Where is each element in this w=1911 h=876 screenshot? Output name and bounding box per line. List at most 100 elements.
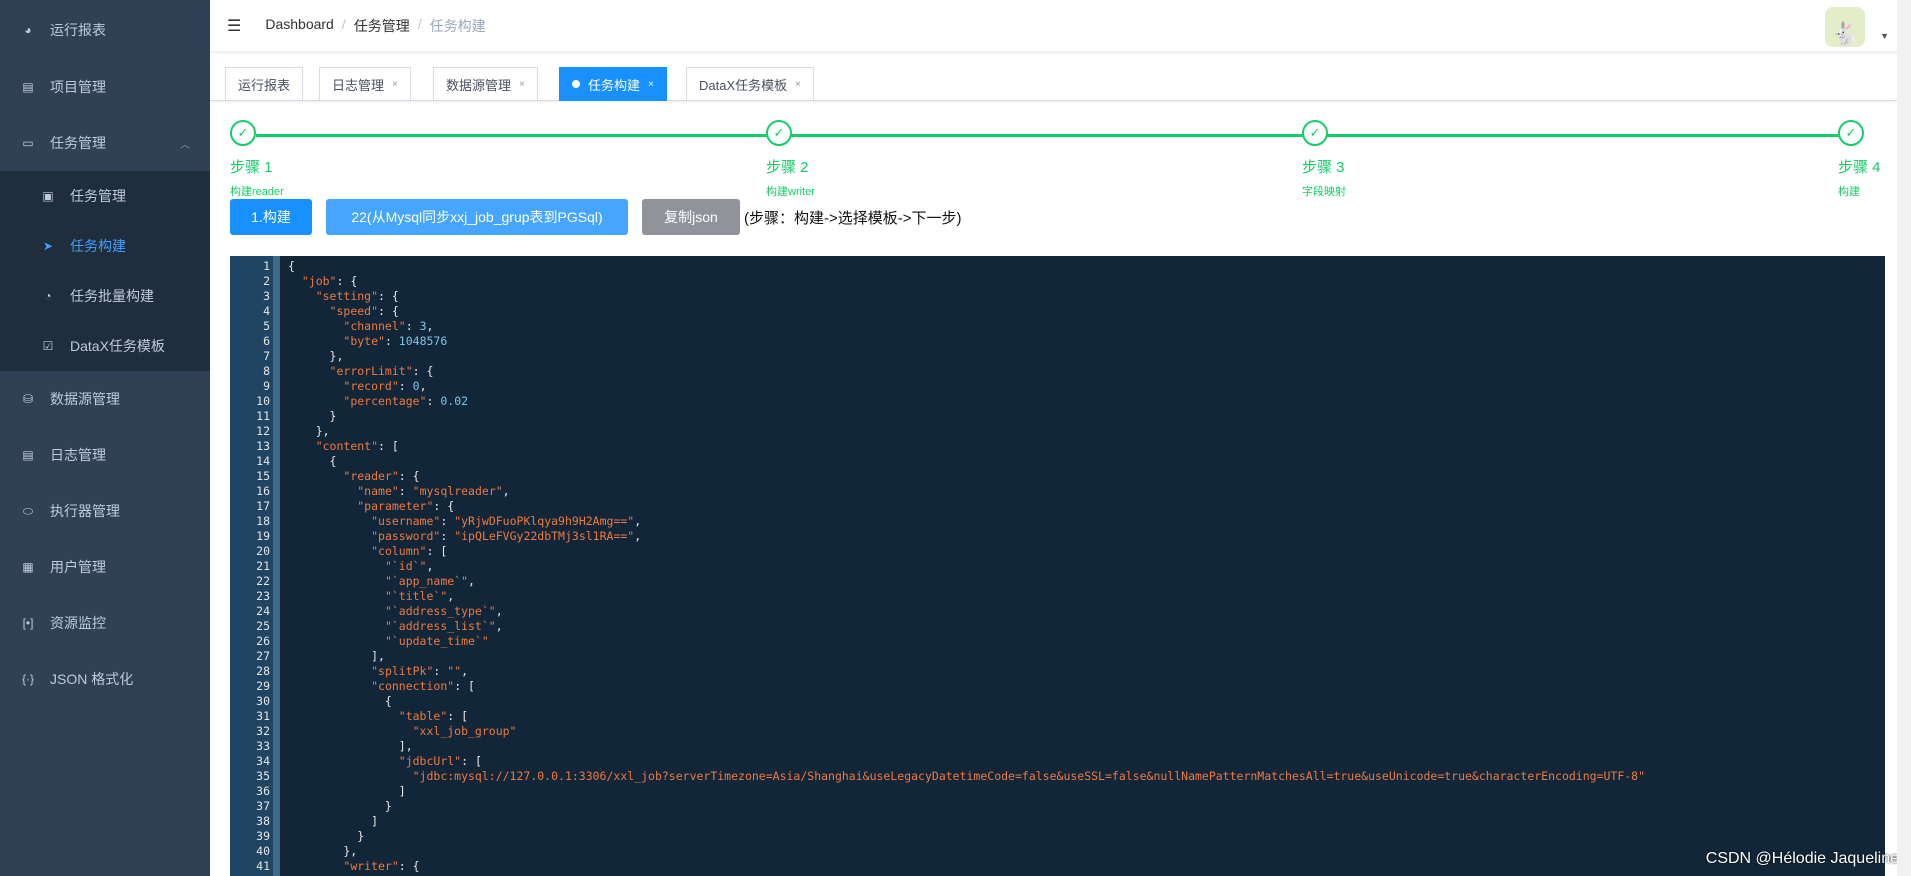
build-button[interactable]: 1.构建 — [230, 199, 312, 235]
active-dot-icon — [572, 80, 580, 88]
line-number: 12 — [256, 424, 270, 438]
sidebar-item-dashboard[interactable]: ◕ 运行报表 — [0, 2, 210, 58]
sidebar-item-task-management[interactable]: ▭ 任务管理 ︿ — [0, 115, 210, 171]
code-line: 30 { — [230, 694, 1885, 709]
code-line: 11 } — [230, 409, 1885, 424]
close-icon[interactable]: × — [392, 79, 398, 90]
sidebar-item-resource-monitor[interactable]: [•] 资源监控 — [0, 595, 210, 651]
sidebar-submenu: ▣ 任务管理 ➤ 任务构建 ◔ 任务批量构建 ☑ DataX任务模板 — [0, 171, 210, 371]
copy-json-button[interactable]: 复制json — [642, 199, 740, 235]
tab-task-build[interactable]: 任务构建 × — [559, 67, 667, 101]
code-text: "`address_type`", — [384, 604, 503, 618]
code-text: "table": [ — [398, 709, 469, 723]
sidebar-item-user[interactable]: ▦ 用户管理 — [0, 539, 210, 595]
step-3: ✓ 步骤 3 字段映射 — [1302, 120, 1346, 199]
check-icon: ✓ — [230, 120, 256, 146]
step-2: ✓ 步骤 2 构建writer — [766, 120, 815, 199]
code-text: "name": "mysqlreader", — [357, 484, 510, 498]
code-text: "column": [ — [371, 544, 448, 558]
breadcrumb-task-management[interactable]: 任务管理 — [354, 16, 410, 36]
close-icon[interactable]: × — [648, 79, 654, 90]
line-number: 2 — [263, 274, 270, 288]
code-text: "channel": 3, — [343, 319, 434, 333]
caret-down-icon[interactable]: ▼ — [1880, 31, 1889, 41]
code-line: 32 "xxl_job_group" — [230, 724, 1885, 739]
code-text: "`address_list`", — [384, 619, 503, 633]
code-text: "jdbcUrl": [ — [398, 754, 482, 768]
line-number: 36 — [256, 784, 270, 798]
code-line: 2 "job": { — [230, 274, 1885, 289]
json-editor[interactable]: 1{2 "job": {3 "setting": {4 "speed": {5 … — [230, 256, 1885, 876]
line-number: 38 — [256, 814, 270, 828]
code-line: 34 "jdbcUrl": [ — [230, 754, 1885, 769]
code-line: 33 ], — [230, 739, 1885, 754]
line-number: 9 — [263, 379, 270, 393]
tab-datax-template[interactable]: DataX任务模板 × — [686, 67, 814, 101]
line-number: 35 — [256, 769, 270, 783]
code-text: }, — [288, 844, 358, 858]
line-number: 30 — [256, 694, 270, 708]
close-icon[interactable]: × — [795, 79, 801, 90]
code-line: 14 { — [230, 454, 1885, 469]
template-icon: ☑ — [42, 339, 54, 353]
code-line: 4 "speed": { — [230, 304, 1885, 319]
tab-log[interactable]: 日志管理 × — [319, 67, 411, 101]
check-icon: ✓ — [766, 120, 792, 146]
line-number: 14 — [256, 454, 270, 468]
code-line: 28 "splitPk": "", — [230, 664, 1885, 679]
line-number: 19 — [256, 529, 270, 543]
sidebar-item-executor[interactable]: ⬭ 执行器管理 — [0, 483, 210, 539]
code-text: "connection": [ — [371, 679, 475, 693]
executor-icon: ⬭ — [22, 503, 34, 518]
sidebar-subitem-batch-build[interactable]: ◔ 任务批量构建 — [0, 271, 210, 321]
page-scrollbar[interactable] — [1897, 0, 1911, 876]
breadcrumb: Dashboard / 任务管理 / 任务构建 — [265, 16, 485, 36]
code-line: 12 }, — [230, 424, 1885, 439]
steps-hint: (步骤：构建->选择模板->下一步) — [744, 209, 962, 227]
tab-dashboard[interactable]: 运行报表 — [225, 67, 304, 101]
breadcrumb-dashboard[interactable]: Dashboard — [265, 16, 334, 36]
line-number: 37 — [256, 799, 270, 813]
hamburger-icon[interactable]: ☰ — [227, 16, 241, 36]
code-line: 23 "`title`", — [230, 589, 1885, 604]
step-4: ✓ 步骤 4 构建 — [1838, 120, 1881, 199]
sidebar-subitem-task-management[interactable]: ▣ 任务管理 — [0, 171, 210, 221]
line-number: 27 — [256, 649, 270, 663]
navbar: ☰ Dashboard / 任务管理 / 任务构建 🐇 ▼ — [210, 0, 1911, 52]
code-line: 41 "writer": { — [230, 859, 1885, 874]
tab-datasource[interactable]: 数据源管理 × — [433, 67, 538, 101]
code-line: 13 "content": [ — [230, 439, 1885, 454]
code-line: 16 "name": "mysqlreader", — [230, 484, 1885, 499]
avatar[interactable]: 🐇 — [1825, 7, 1865, 47]
code-text: "xxl_job_group" — [412, 724, 517, 738]
line-number: 31 — [256, 709, 270, 723]
code-line: 6 "byte": 1048576 — [230, 334, 1885, 349]
line-number: 23 — [256, 589, 270, 603]
sidebar-item-datasource[interactable]: ⛁ 数据源管理 — [0, 371, 210, 427]
send-icon: ➤ — [42, 239, 54, 253]
code-text: ], — [288, 649, 385, 663]
watermark: CSDN @Hélodie Jaqueline — [1705, 850, 1899, 867]
breadcrumb-separator: / — [417, 15, 422, 32]
code-line: 18 "username": "yRjwDFuoPKlqya9h9H2Amg==… — [230, 514, 1885, 529]
sidebar-item-log[interactable]: ▤ 日志管理 — [0, 427, 210, 483]
code-line: 38 ] — [230, 814, 1885, 829]
template-select-button[interactable]: 22(从Mysql同步xxj_job_grup表到PGSql) — [326, 199, 628, 235]
code-text: ], — [288, 739, 413, 753]
task-icon: ▣ — [42, 189, 54, 203]
code-text: "`title`", — [384, 589, 455, 603]
close-icon[interactable]: × — [519, 79, 525, 90]
code-text: "splitPk": "", — [371, 664, 469, 678]
code-text: "content": [ — [315, 439, 399, 453]
sidebar-subitem-task-build[interactable]: ➤ 任务构建 — [0, 221, 210, 271]
dashboard-icon: ◕ — [24, 23, 32, 37]
sidebar-item-project[interactable]: ▤ 项目管理 — [0, 59, 210, 115]
sidebar-item-json-format[interactable]: {·} JSON 格式化 — [0, 651, 210, 707]
steps-line — [256, 134, 1859, 137]
line-number: 11 — [256, 409, 270, 423]
code-line: 1{ — [230, 259, 1885, 274]
code-line: 36 ] — [230, 784, 1885, 799]
sidebar-subitem-datax-template[interactable]: ☑ DataX任务模板 — [0, 321, 210, 371]
monitor-icon: ▭ — [22, 136, 34, 150]
code-text: } — [288, 829, 365, 843]
